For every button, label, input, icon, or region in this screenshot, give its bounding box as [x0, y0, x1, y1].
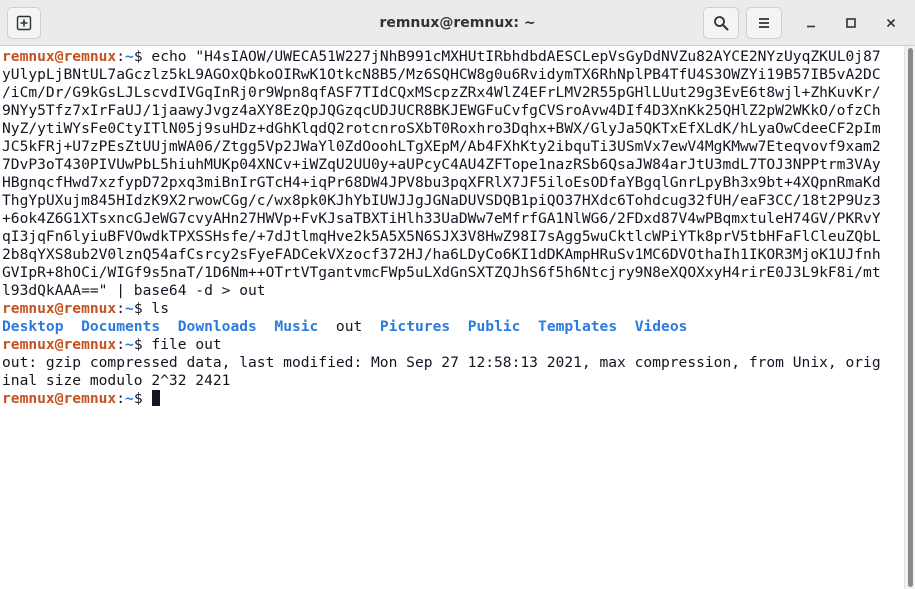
prompt-user: remnux@remnux [2, 48, 117, 65]
prompt-user: remnux@remnux [2, 390, 117, 407]
terminal-line: qI3jqFn6lyiuBFVOwdkTPXSSHsfe/+7dJtlmqHve… [2, 228, 881, 245]
search-icon [714, 16, 729, 31]
prompt-path: ~ [125, 300, 134, 317]
search-button[interactable] [703, 7, 739, 39]
new-tab-icon [16, 15, 32, 31]
terminal-line: remnux@remnux:~$ file out [2, 336, 904, 354]
ls-item-music: Music [274, 318, 319, 335]
prompt-user: remnux@remnux [2, 300, 117, 317]
prompt-symbol: $ [133, 300, 152, 317]
terminal-line: 9NYy5Tfz7xIrFaUJ/1jaawyJvgz4aXY8EzQpJQGz… [2, 102, 881, 119]
command-text: echo "H4sIAOW/UWECA51W227jNhB991cMXHUtIR… [151, 48, 881, 65]
ls-item-out: out [335, 318, 363, 335]
prompt-path: ~ [125, 48, 134, 65]
prompt-separator: : [116, 300, 126, 317]
terminal-line: remnux@remnux:~$ [2, 390, 904, 408]
minimize-icon [807, 25, 815, 28]
ls-item-pictures: Pictures [379, 318, 451, 335]
ls-item-templates: Templates [538, 318, 618, 335]
terminal-line: 7DvP3oT430PIVUwPbL5hiuhMUKp04XNCv+iWZqU2… [2, 156, 881, 173]
file-output-line: inal size modulo 2^32 2421 [2, 372, 231, 389]
ls-item-public: Public [467, 318, 521, 335]
prompt-separator: : [116, 390, 126, 407]
terminal-line: ThgYpUXujm845HIdzK9X2rwowCGg/c/wx8pk0KJh… [2, 192, 881, 209]
terminal-window: remnux@remnux: ~ remnux@remnux:~$ echo "… [0, 0, 915, 589]
hamburger-menu-icon [759, 18, 769, 28]
terminal-line: remnux@remnux:~$ echo "H4sIAOW/UWECA51W2… [2, 48, 904, 66]
terminal-line: yUlypLjBNtUL7aGczlz5kL9AGOxQbkoOIRwK1Otk… [2, 66, 881, 83]
command-text: file out [151, 336, 222, 353]
close-icon [886, 18, 896, 28]
prompt-symbol: $ [133, 336, 152, 353]
prompt-symbol: $ [133, 48, 152, 65]
ls-item-downloads: Downloads [177, 318, 257, 335]
terminal-line: JC5kFRj+U7zPEsZtUUjmWA06/Ztgg5Vp2JWaYl0Z… [2, 138, 881, 155]
ls-output-line: Desktop Documents Downloads Music out Pi… [2, 318, 904, 336]
terminal-line: 2b8qYXS8ub2V0lznQ54afCsrcy2sFyeFADCekVXz… [2, 246, 881, 263]
terminal-line: remnux@remnux:~$ ls [2, 300, 904, 318]
maximize-icon [846, 18, 856, 28]
ls-item-desktop: Desktop [2, 318, 64, 335]
prompt-separator: : [116, 336, 126, 353]
prompt-separator: : [116, 48, 126, 65]
terminal-line: GVIpR+8hOCi/WIGf9s5naT/1D6Nm++OTrtVTgant… [2, 264, 881, 281]
vertical-scrollbar[interactable] [904, 46, 915, 589]
scrollbar-thumb[interactable] [908, 48, 913, 587]
prompt-path: ~ [125, 390, 134, 407]
prompt-path: ~ [125, 336, 134, 353]
file-output-line: out: gzip compressed data, last modified… [2, 354, 881, 371]
terminal-line: HBgnqcfHwd7xzfypD72pxq3miBnIrGTcH4+iqPr6… [2, 174, 881, 191]
ls-item-documents: Documents [81, 318, 161, 335]
ls-item-videos: Videos [634, 318, 688, 335]
terminal-line: /iCm/Dr/G9kGsLJLscvdIVGqInRj0r9Wpn8qfASF… [2, 84, 881, 101]
command-text: ls [151, 300, 169, 317]
header-bar: remnux@remnux: ~ [0, 0, 915, 46]
prompt-user: remnux@remnux [2, 336, 117, 353]
maximize-button[interactable] [837, 7, 865, 39]
terminal-output[interactable]: remnux@remnux:~$ echo "H4sIAOW/UWECA51W2… [0, 46, 904, 589]
text-cursor [152, 390, 161, 406]
close-button[interactable] [877, 7, 905, 39]
new-tab-button[interactable] [7, 7, 41, 39]
minimize-button[interactable] [797, 7, 825, 39]
menu-button[interactable] [746, 7, 782, 39]
terminal-line: l93dQkAAA==" | base64 -d > out [2, 282, 266, 299]
prompt-symbol: $ [133, 390, 152, 407]
terminal-line: NyZ/ytiWYsFe0CtyITlN05j9suHDz+dGhKlqdQ2r… [2, 120, 881, 137]
terminal-line: +6ok4Z6G1XTsxncGJeWG7cvyAHn27HWVp+FvKJsa… [2, 210, 881, 227]
